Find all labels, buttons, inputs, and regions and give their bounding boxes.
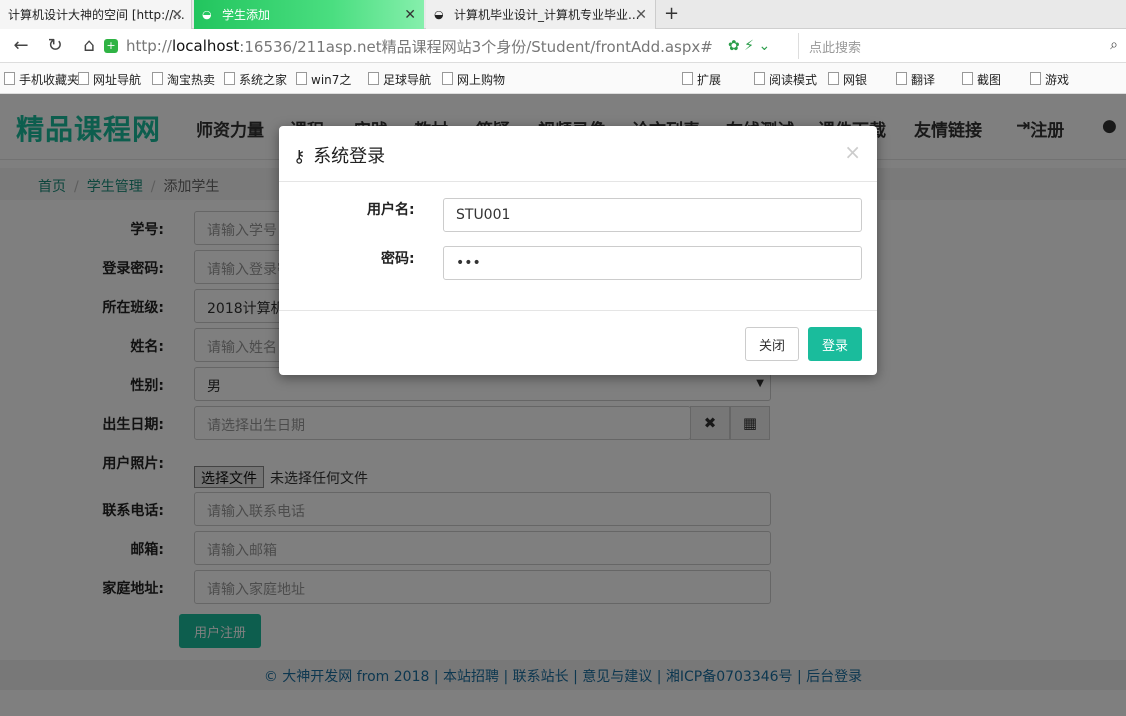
tab-label: 计算机设计大神的空间 [http://...: [8, 8, 185, 22]
tab-student-add[interactable]: ◒ 学生添加 ✕: [194, 0, 424, 29]
modal-title-text: 系统登录: [313, 146, 386, 167]
tab-graduation-design[interactable]: ◒ 计算机毕业设计_计算机专业毕业... ✕: [426, 0, 656, 29]
bookmark-item[interactable]: 淘宝热卖: [152, 71, 215, 88]
back-icon[interactable]: ←: [8, 33, 34, 59]
address-bar: ← ↻ ⌂ + http://localhost:16536/211asp.ne…: [0, 29, 1126, 63]
tab-label: 计算机毕业设计_计算机专业毕业...: [454, 8, 640, 22]
close-icon[interactable]: ✕: [404, 7, 416, 23]
bookmarks-bar: 手机收藏夹 网址导航 淘宝热卖 系统之家 win7之 足球导航 网上购物 扩展 …: [0, 63, 1126, 94]
url-host: localhost: [171, 37, 240, 55]
modal-footer: 关闭 登录: [279, 310, 877, 375]
search-icon[interactable]: ⌕: [1110, 37, 1118, 53]
tab-blog[interactable]: 计算机设计大神的空间 [http://... ✕: [0, 0, 192, 29]
bookmark-item[interactable]: 足球导航: [368, 71, 431, 88]
url-rest: :16536/211asp.net精品课程网站3个身份/Student/fron…: [239, 37, 713, 56]
mask-icon: ◒: [434, 7, 444, 21]
username-label: 用户名:: [367, 202, 415, 218]
close-icon[interactable]: ✕: [171, 7, 183, 23]
tab-label: 学生添加: [222, 8, 271, 22]
search-placeholder: 点此搜索: [809, 40, 862, 56]
new-tab-icon[interactable]: +: [664, 3, 679, 24]
lightning-icon[interactable]: ✿ ⚡ ⌄: [728, 38, 770, 54]
login-modal: ⚷ 系统登录 × 用户名: STU001 密码: ••• 关闭 登录: [279, 126, 877, 375]
modal-title: ⚷ 系统登录: [293, 142, 385, 168]
bookmark-item[interactable]: 手机收藏夹: [4, 71, 79, 88]
bookmark-item[interactable]: win7之: [296, 71, 351, 88]
password-input[interactable]: •••: [443, 246, 862, 280]
search-input[interactable]: 点此搜索 ⌕: [798, 33, 1126, 59]
bookmark-item[interactable]: 网址导航: [78, 71, 141, 88]
url-field[interactable]: + http://localhost:16536/211asp.net精品课程网…: [104, 33, 794, 59]
password-label: 密码:: [381, 251, 415, 267]
reload-icon[interactable]: ↻: [42, 33, 68, 59]
close-icon[interactable]: ×: [844, 140, 861, 164]
close-icon[interactable]: ✕: [635, 7, 647, 23]
bookmark-item[interactable]: 网上购物: [442, 71, 505, 88]
home-icon[interactable]: ⌂: [76, 33, 102, 59]
key-icon: ⚷: [293, 147, 306, 167]
toolbar-item[interactable]: 游戏: [1030, 71, 1069, 88]
bookmark-item[interactable]: 系统之家: [224, 71, 287, 88]
login-button[interactable]: 登录: [808, 327, 862, 361]
toolbar-item[interactable]: 翻译: [896, 71, 935, 88]
toolbar-item[interactable]: 扩展: [682, 71, 721, 88]
browser-tab-bar: 计算机设计大神的空间 [http://... ✕ ◒ 学生添加 ✕ ◒ 计算机毕…: [0, 0, 1126, 29]
toolbar-item[interactable]: 截图: [962, 71, 1001, 88]
toolbar-item[interactable]: 网银: [828, 71, 867, 88]
toolbar-item[interactable]: 阅读模式: [754, 71, 817, 88]
url-prefix: http://: [126, 37, 172, 55]
close-button[interactable]: 关闭: [745, 327, 799, 361]
username-input[interactable]: STU001: [443, 198, 862, 232]
mask-icon: ◒: [202, 7, 212, 21]
modal-header: ⚷ 系统登录 ×: [279, 126, 877, 182]
secure-icon: +: [104, 39, 118, 53]
